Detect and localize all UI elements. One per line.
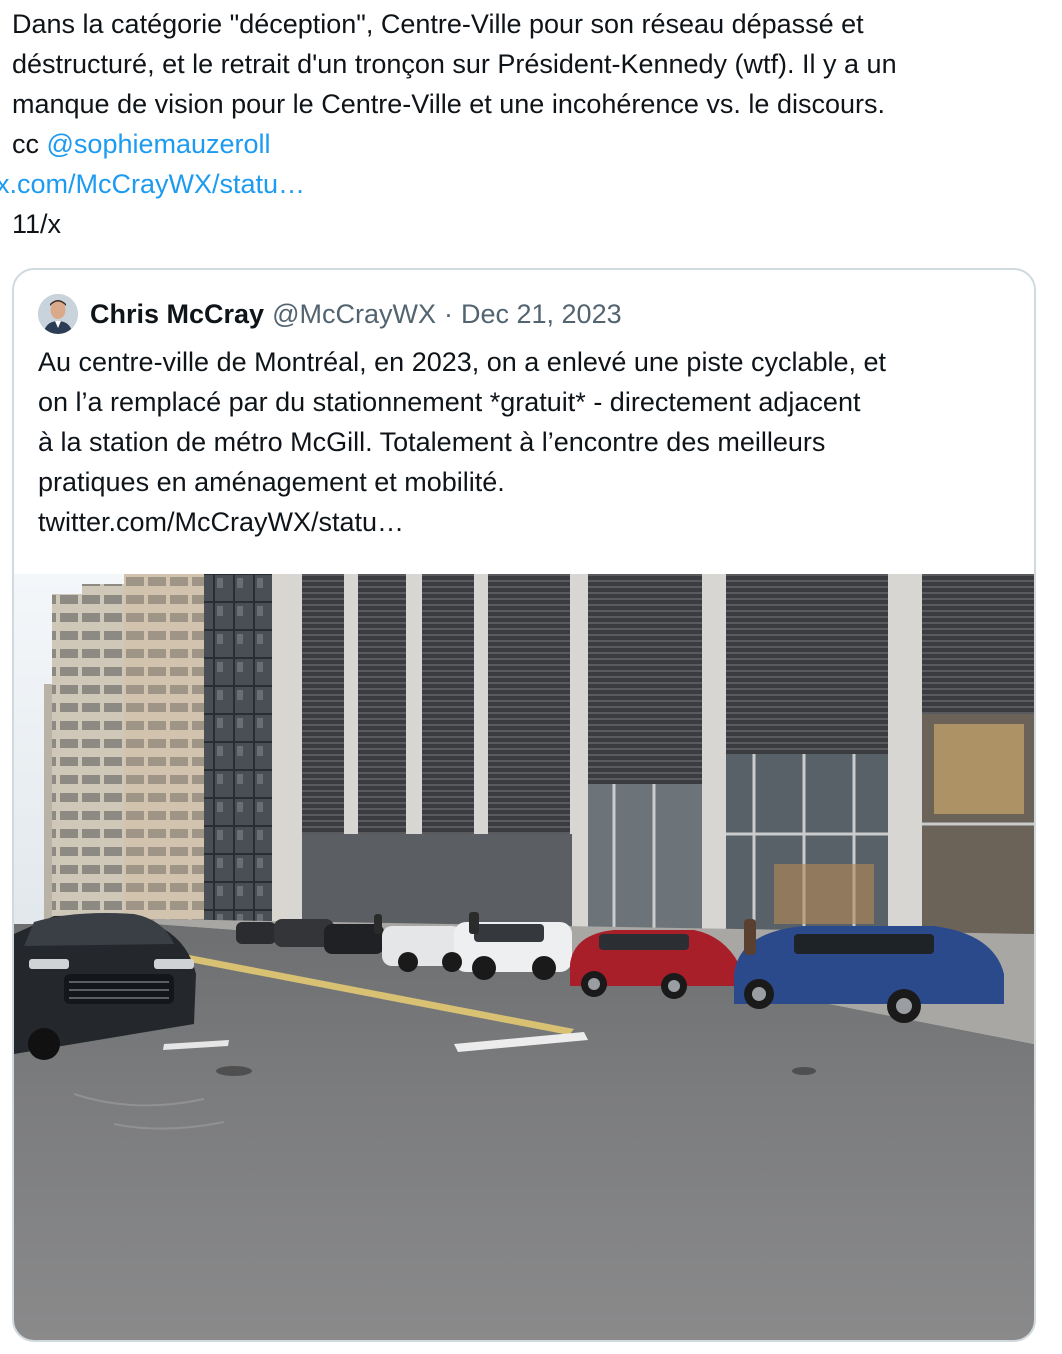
tweet-line-2: déstructuré, et le retrait d'un tronçon … bbox=[12, 49, 897, 79]
quoted-date[interactable]: Dec 21, 2023 bbox=[461, 299, 622, 330]
quoted-tweet-card[interactable]: Chris McCray @McCrayWX · Dec 21, 2023 Au… bbox=[12, 268, 1036, 1342]
cc-line: cc @sophiemauzeroll bbox=[12, 124, 1052, 164]
quoted-line-1: Au centre-ville de Montréal, en 2023, on… bbox=[38, 347, 887, 377]
quoted-tweet-body: Au centre-ville de Montréal, en 2023, on… bbox=[38, 342, 1028, 542]
quoted-line-2: on l’a remplacé par du stationnement *gr… bbox=[38, 387, 861, 417]
status-link[interactable]: x.com/McCrayWX/statu… bbox=[0, 169, 305, 199]
meta-separator: · bbox=[443, 298, 453, 329]
status-link-wrap: x.com/McCrayWX/statu… bbox=[0, 164, 360, 204]
quoted-tweet-header: Chris McCray @McCrayWX · Dec 21, 2023 bbox=[38, 292, 622, 336]
street-photo-image bbox=[14, 574, 1034, 1340]
mention-link[interactable]: @sophiemauzeroll bbox=[47, 129, 271, 159]
tweet-line-1: Dans la catégorie "déception", Centre-Vi… bbox=[12, 9, 864, 39]
avatar-image bbox=[38, 294, 78, 334]
quoted-line-3: à la station de métro McGill. Totalement… bbox=[38, 427, 826, 457]
quoted-author-name[interactable]: Chris McCray bbox=[90, 299, 264, 330]
quoted-link[interactable]: twitter.com/McCrayWX/statu… bbox=[38, 502, 1028, 542]
quoted-line-4: pratiques en aménagement et mobilité. bbox=[38, 467, 505, 497]
street-photo[interactable] bbox=[14, 574, 1034, 1340]
cc-prefix: cc bbox=[12, 129, 39, 159]
thread-marker: 11/x bbox=[12, 209, 62, 239]
tweet-line-3: manque de vision pour le Centre-Ville et… bbox=[12, 89, 885, 119]
avatar[interactable] bbox=[38, 294, 78, 334]
quoted-author-handle: @McCrayWX bbox=[272, 298, 436, 329]
tweet-text: Dans la catégorie "déception", Centre-Vi… bbox=[0, 4, 1052, 244]
